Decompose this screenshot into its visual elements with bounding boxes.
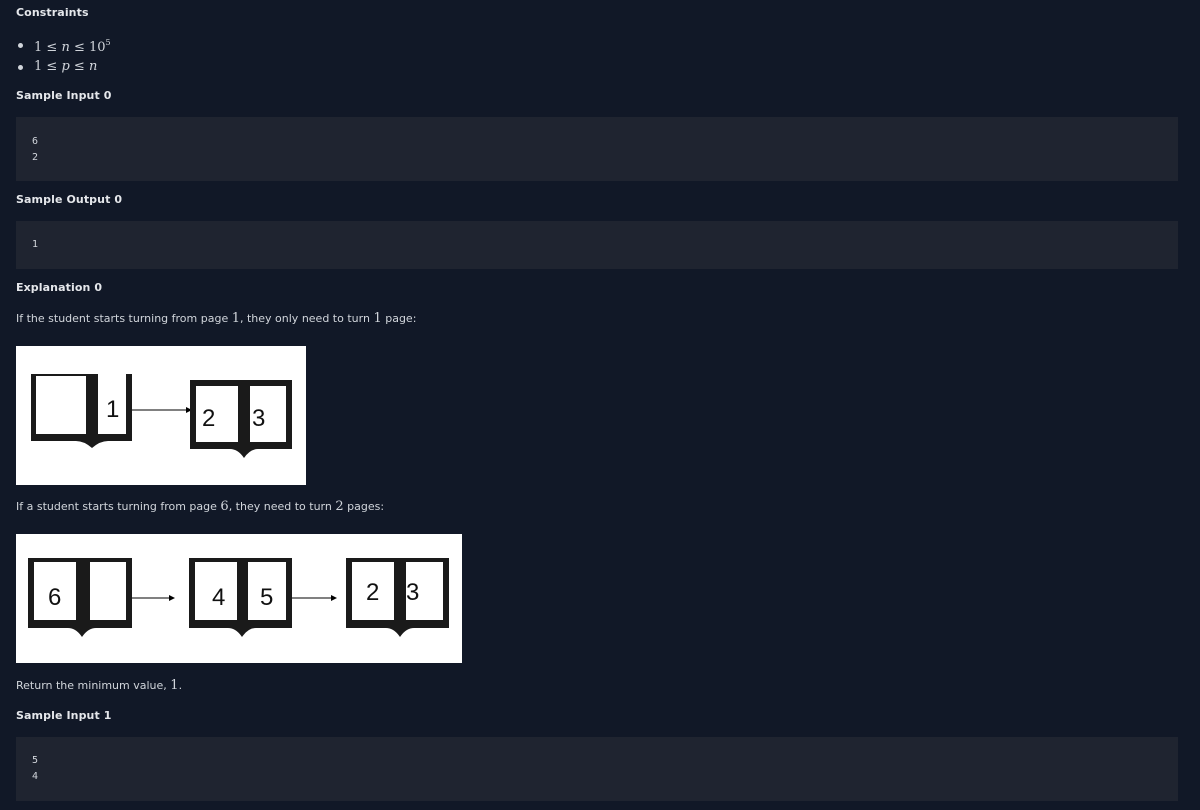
arrow-head-icon [169,595,175,601]
sample-input-1-code[interactable]: 5 4 [16,737,1178,801]
constraints-list: 1 ≤ n ≤ 105 1 ≤ p ≤ n [16,34,111,78]
open-book-icon [346,558,449,637]
constraint-exponent: 5 [105,37,111,47]
explanation-paragraph-3: Return the minimum value, 1. [16,678,182,693]
para-text: If the student starts turning from page [16,312,232,325]
explanation-paragraph-1: If the student starts turning from page … [16,311,416,326]
para-number: 6 [220,499,229,514]
para-text: pages: [343,500,385,513]
open-book-icon [189,558,292,637]
code-line: 2 [32,152,39,163]
explanation-0-heading: Explanation 0 [16,281,103,294]
page-number: 4 [212,584,225,611]
para-text: If a student starts turning from page [16,500,221,513]
bullet-icon [18,64,23,70]
para-text: page: [381,312,417,325]
code-line: 6 [32,136,39,147]
constraint-text: 1 ≤ [34,39,62,55]
open-book-icon [28,558,132,637]
book-diagram-1: 1 2 3 [16,346,306,485]
page-number: 1 [106,396,119,423]
para-number: 1 [170,678,179,693]
para-number: 1 [373,311,382,326]
page-number: 3 [406,579,419,606]
page-number: 6 [48,584,61,611]
page-number: 2 [366,579,379,606]
explanation-paragraph-2: If a student starts turning from page 6,… [16,499,384,514]
code-line: 4 [32,771,39,782]
para-text: , they need to turn [228,500,336,513]
bullet-icon [18,42,23,48]
sample-output-0-code[interactable]: 1 [16,221,1178,269]
page-number: 2 [202,405,215,432]
para-text: Return the minimum value, [16,679,171,692]
constraint-item: 1 ≤ p ≤ n [16,56,111,78]
book-diagram-2: 6 4 5 2 3 [16,534,462,663]
sample-output-0-heading: Sample Output 0 [16,193,123,206]
para-number: 2 [335,499,344,514]
constraint-var: n [61,39,70,55]
constraint-var: p [61,59,70,74]
para-number: 1 [231,311,240,326]
constraint-text: ≤ 10 [69,39,106,55]
sample-input-0-code[interactable]: 6 2 [16,117,1178,181]
constraint-text: 1 ≤ [34,59,62,74]
sample-input-0-heading: Sample Input 0 [16,89,112,102]
code-line: 5 [32,755,39,766]
para-text: , they only need to turn [240,312,374,325]
sample-input-1-heading: Sample Input 1 [16,709,112,722]
constraints-heading: Constraints [16,6,89,19]
para-text: . [178,679,183,692]
constraint-item: 1 ≤ n ≤ 105 [16,34,111,56]
constraint-var: n [88,59,98,74]
arrow-head-icon [331,595,337,601]
constraint-text: ≤ [69,59,89,74]
page-number: 3 [252,405,265,432]
code-line: 1 [32,239,39,250]
page-number: 5 [260,584,273,611]
